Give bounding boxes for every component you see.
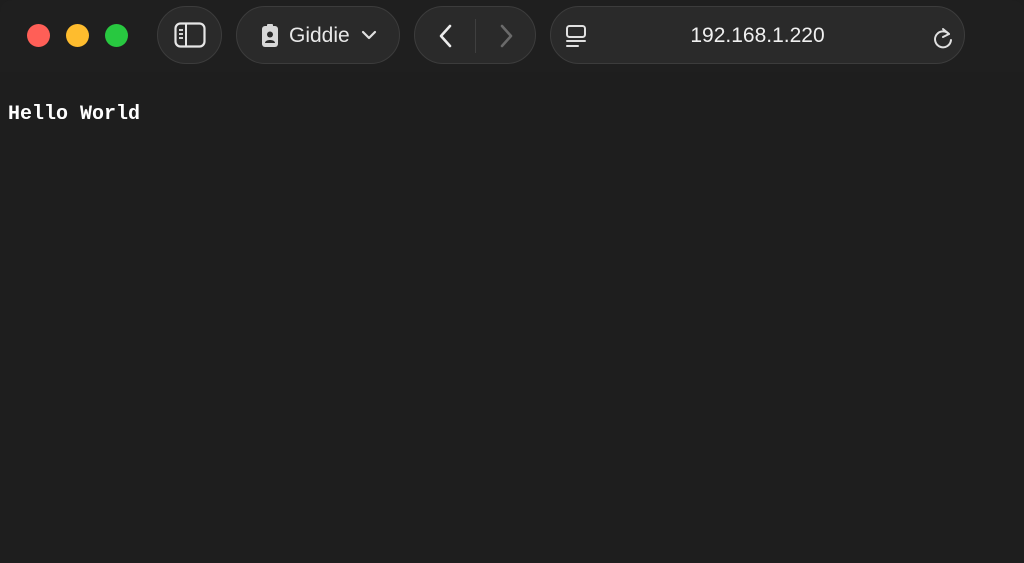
chevron-right-icon[interactable]: [493, 23, 519, 49]
zoom-window-button[interactable]: [105, 24, 128, 47]
profile-label: Giddie: [289, 24, 350, 47]
page-content: Hello World: [0, 72, 1024, 563]
url-text: 192.168.1.220: [690, 24, 825, 47]
reload-icon[interactable]: [932, 26, 954, 50]
profile-button[interactable]: Giddie: [236, 6, 400, 64]
id-badge-icon: [262, 24, 278, 47]
chevron-left-icon[interactable]: [433, 23, 459, 49]
chevron-down-icon: [361, 30, 377, 40]
close-window-button[interactable]: [27, 24, 50, 47]
sidebar-icon: [174, 22, 206, 48]
nav-divider: [475, 19, 476, 53]
page-body-text: Hello World: [8, 103, 141, 126]
minimize-window-button[interactable]: [66, 24, 89, 47]
browser-window: Giddie 192.168.1.220 Hello World: [0, 0, 1024, 563]
address-bar[interactable]: 192.168.1.220: [550, 6, 965, 64]
sidebar-toggle-button[interactable]: [157, 6, 222, 64]
toolbar: Giddie 192.168.1.220: [0, 0, 1024, 72]
navigation-buttons: [414, 6, 536, 64]
